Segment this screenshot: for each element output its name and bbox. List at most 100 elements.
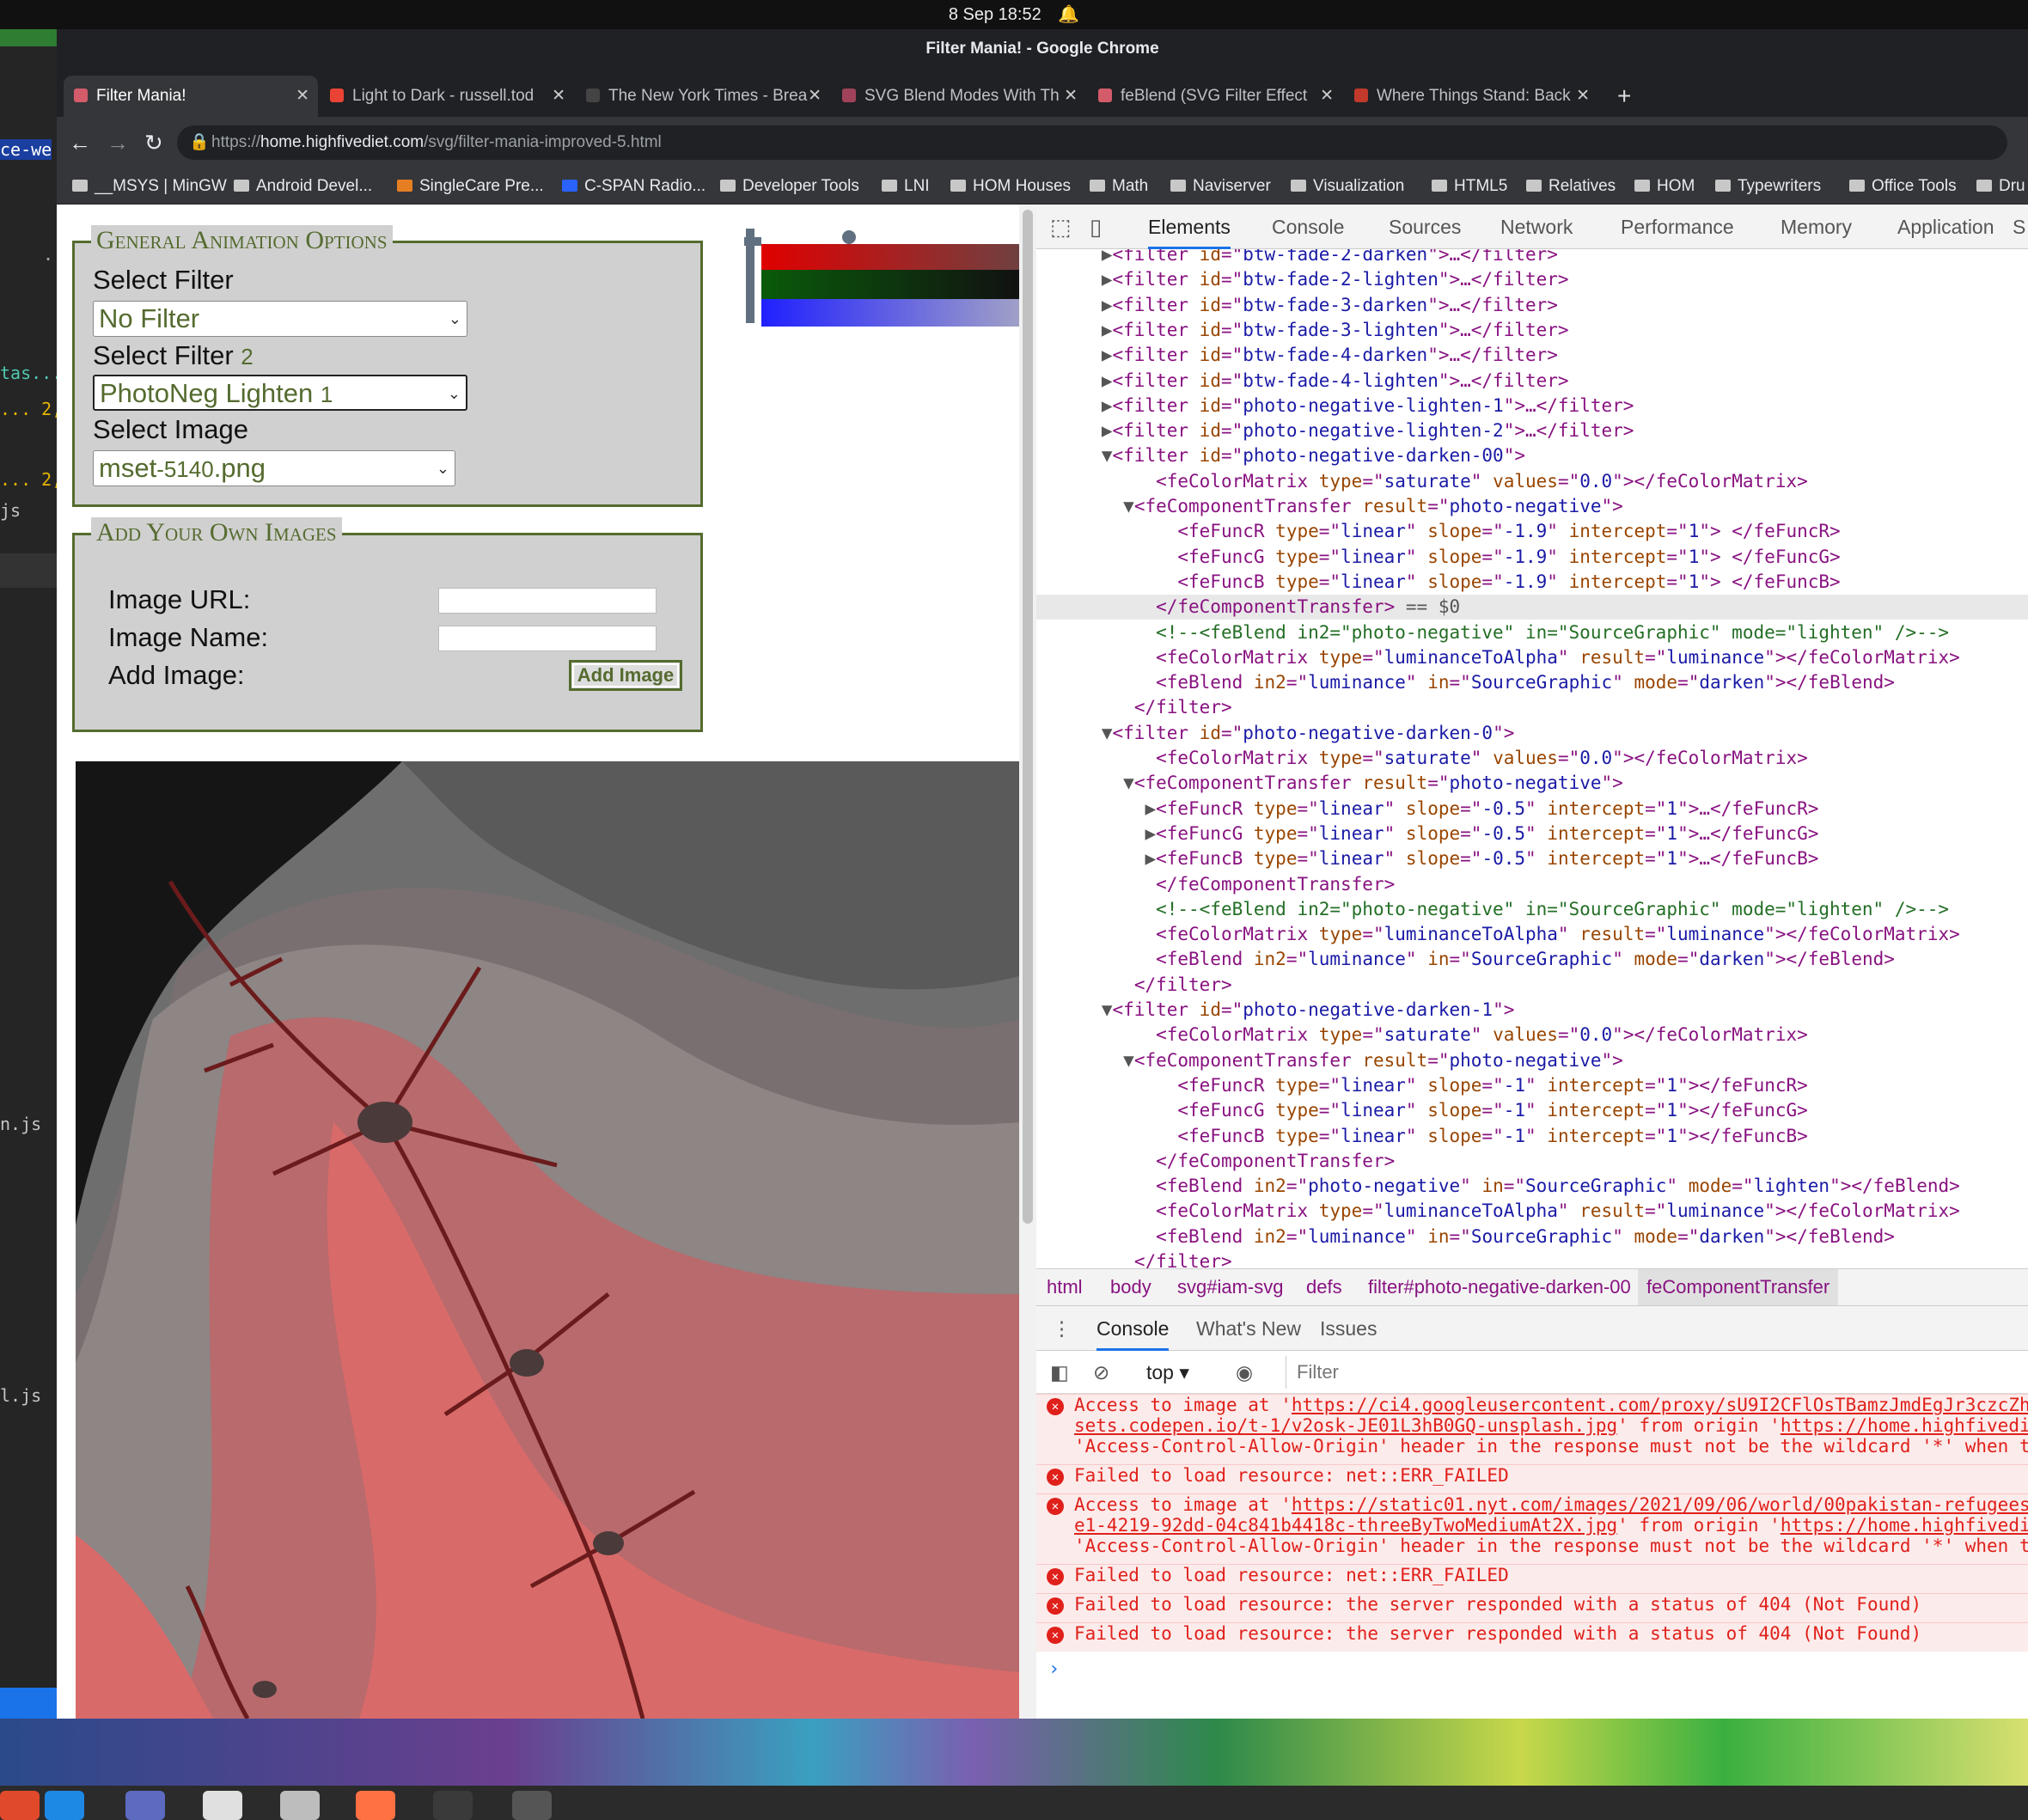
app-icon[interactable] bbox=[512, 1791, 552, 1820]
console-error[interactable]: ✕ Access to image at 'https://static01.ny… bbox=[1036, 1493, 2028, 1564]
dom-node[interactable]: <feFuncG type="linear" slope="-1" interc… bbox=[1036, 1098, 2028, 1123]
dom-node[interactable]: ▶<feFuncB type="linear" slope="-0.5" int… bbox=[1036, 846, 2028, 871]
tab-performance[interactable]: Performance bbox=[1621, 205, 1734, 249]
dom-node[interactable]: <!--<feBlend in2="photo-negative" in="So… bbox=[1036, 620, 2028, 645]
forward-icon[interactable]: → bbox=[107, 130, 144, 156]
dom-node[interactable]: ▶<filter id="btw-fade-3-lighten">…</filt… bbox=[1036, 318, 2028, 343]
tab-elements[interactable]: Elements bbox=[1148, 205, 1231, 249]
terminal-icon[interactable] bbox=[433, 1791, 473, 1820]
tab-more[interactable]: S bbox=[2013, 205, 2025, 249]
tab-sources[interactable]: Sources bbox=[1389, 205, 1461, 249]
dom-node[interactable]: <!--<feBlend in2="photo-negative" in="So… bbox=[1036, 897, 2028, 922]
chrome-icon[interactable] bbox=[0, 1791, 40, 1820]
breadcrumb-item[interactable]: svg#iam-svg bbox=[1177, 1269, 1283, 1305]
drawer-tab-console[interactable]: Console bbox=[1096, 1306, 1170, 1351]
bookmark-android[interactable]: Android Devel... bbox=[234, 168, 372, 205]
dom-node[interactable]: <feFuncG type="linear" slope="-1.9" inte… bbox=[1036, 545, 2028, 570]
breadcrumb-item[interactable]: body bbox=[1110, 1269, 1151, 1305]
dom-node[interactable]: ▶<filter id="photo-negative-lighten-2">…… bbox=[1036, 418, 2028, 443]
bookmark-office-tools[interactable]: Office Tools bbox=[1849, 168, 1957, 205]
bookmark-math[interactable]: Math bbox=[1090, 168, 1148, 205]
bookmark-dru[interactable]: Dru bbox=[1976, 168, 2025, 205]
clock-icon[interactable] bbox=[280, 1791, 320, 1820]
scrollbar-thumb[interactable] bbox=[1023, 210, 1033, 1224]
close-icon[interactable]: ✕ bbox=[808, 76, 822, 117]
tab-nytimes[interactable]: The New York Times - Brea ✕ bbox=[576, 76, 830, 117]
tab-application[interactable]: Application bbox=[1897, 205, 1994, 249]
dom-node[interactable]: ▶<filter id="btw-fade-4-lighten">…</filt… bbox=[1036, 369, 2028, 394]
breadcrumb-item-selected[interactable]: feComponentTransfer bbox=[1638, 1269, 1839, 1305]
dom-node[interactable]: ▶<feFuncG type="linear" slope="-0.5" int… bbox=[1036, 821, 2028, 846]
tab-light-to-dark[interactable]: Light to Dark - russell.tod ✕ bbox=[320, 76, 574, 117]
dom-node[interactable]: ▼<filter id="photo-negative-darken-1"> bbox=[1036, 998, 2028, 1023]
dom-node[interactable]: <feColorMatrix type="luminanceToAlpha" r… bbox=[1036, 922, 2028, 947]
screenshot-icon[interactable] bbox=[125, 1791, 165, 1820]
tab-filter-mania[interactable]: Filter Mania! ✕ bbox=[64, 76, 318, 117]
console-error[interactable]: ✕ Failed to load resource: net::ERR_FAILE… bbox=[1036, 1464, 2028, 1493]
dom-node[interactable]: ▶<filter id="btw-fade-3-darken">…</filte… bbox=[1036, 293, 2028, 318]
breadcrumb-item[interactable]: html bbox=[1047, 1269, 1083, 1305]
clock[interactable]: 8 Sep 18:52 bbox=[949, 5, 1041, 24]
bookmark-hom[interactable]: HOM bbox=[1634, 168, 1695, 205]
dom-node[interactable]: <feFuncR type="linear" slope="-1" interc… bbox=[1036, 1073, 2028, 1098]
dom-node[interactable]: <feFuncR type="linear" slope="-1.9" inte… bbox=[1036, 519, 2028, 544]
close-icon[interactable]: ✕ bbox=[1064, 76, 1078, 117]
filter-select[interactable]: No Filter ⌄ bbox=[93, 301, 467, 337]
address-bar[interactable]: 🔒 https://home.highfivediet.com/svg/filte… bbox=[177, 125, 2007, 160]
dom-node[interactable]: </feComponentTransfer> bbox=[1036, 872, 2028, 897]
bookmark-visualization[interactable]: Visualization bbox=[1291, 168, 1404, 205]
dom-node[interactable]: <feColorMatrix type="luminanceToAlpha" r… bbox=[1036, 1199, 2028, 1224]
console-filter-input[interactable]: Filter bbox=[1286, 1356, 2025, 1389]
drawer-tab-whats-new[interactable]: What's New bbox=[1196, 1306, 1301, 1351]
tab-svg-blend-modes[interactable]: SVG Blend Modes With Th ✕ bbox=[832, 76, 1086, 117]
dom-node[interactable]: </filter> bbox=[1036, 695, 2028, 720]
reload-icon[interactable]: ↻ bbox=[144, 130, 179, 156]
back-icon[interactable]: ← bbox=[69, 130, 107, 156]
new-tab-icon[interactable]: + bbox=[1617, 76, 1631, 117]
dom-node[interactable]: <feBlend in2="photo-negative" in="Source… bbox=[1036, 1174, 2028, 1199]
bookmark-relatives[interactable]: Relatives bbox=[1526, 168, 1616, 205]
add-image-button[interactable]: Add Image bbox=[569, 660, 682, 691]
bookmark-devtools[interactable]: Developer Tools bbox=[720, 168, 859, 205]
device-toolbar-icon[interactable]: ▯ bbox=[1090, 205, 1102, 249]
console-error[interactable]: ✕ Failed to load resource: net::ERR_FAILE… bbox=[1036, 1564, 2028, 1593]
dom-node[interactable]: <feColorMatrix type="saturate" values="0… bbox=[1036, 1023, 2028, 1047]
dom-node[interactable]: ▼<filter id="photo-negative-darken-0"> bbox=[1036, 721, 2028, 746]
bell-icon[interactable]: 🔔 bbox=[1058, 5, 1079, 24]
drawer-tab-issues[interactable]: Issues bbox=[1320, 1306, 1377, 1351]
dom-node[interactable]: ▼<feComponentTransfer result="photo-nega… bbox=[1036, 1048, 2028, 1073]
dom-node[interactable]: </filter> bbox=[1036, 1249, 2028, 1268]
dom-node[interactable]: ▼<feComponentTransfer result="photo-nega… bbox=[1036, 771, 2028, 796]
bookmark-html5[interactable]: HTML5 bbox=[1432, 168, 1507, 205]
dom-node[interactable]: ▶<feFuncR type="linear" slope="-0.5" int… bbox=[1036, 797, 2028, 821]
bookmark-naviserver[interactable]: Naviserver bbox=[1170, 168, 1271, 205]
image-url-input[interactable] bbox=[438, 588, 657, 614]
dom-node[interactable]: <feColorMatrix type="saturate" values="0… bbox=[1036, 746, 2028, 771]
close-icon[interactable]: ✕ bbox=[552, 76, 565, 117]
inspect-icon[interactable]: ⬚ bbox=[1050, 205, 1072, 249]
dom-node[interactable]: <feBlend in2="luminance" in="SourceGraph… bbox=[1036, 670, 2028, 695]
dom-node[interactable]: ▶<filter id="btw-fade-2-lighten">…</filt… bbox=[1036, 267, 2028, 292]
dom-node[interactable]: </feComponentTransfer> == $0 bbox=[1036, 595, 2028, 620]
breadcrumb-item[interactable]: filter#photo-negative-darken-00 bbox=[1368, 1269, 1631, 1305]
console-error[interactable]: ✕ Access to image at 'https://ci4.googleu… bbox=[1036, 1394, 2028, 1464]
close-icon[interactable]: ✕ bbox=[1576, 76, 1590, 117]
dom-node[interactable]: <feBlend in2="luminance" in="SourceGraph… bbox=[1036, 947, 2028, 972]
console-prompt[interactable]: › bbox=[1048, 1658, 1060, 1680]
bookmark-lni[interactable]: LNI bbox=[882, 168, 930, 205]
bookmark-typewriters[interactable]: Typewriters bbox=[1715, 168, 1821, 205]
bookmark-hom-houses[interactable]: HOM Houses bbox=[950, 168, 1071, 205]
dom-node[interactable]: ▶<filter id="btw-fade-2-darken">…</filte… bbox=[1036, 249, 2028, 267]
drawer-menu-icon[interactable]: ⋮ bbox=[1052, 1306, 1072, 1351]
bookmark-singlecare[interactable]: SingleCare Pre... bbox=[397, 168, 544, 205]
breadcrumb-item[interactable]: defs bbox=[1306, 1269, 1342, 1305]
dom-node[interactable]: <feColorMatrix type="luminanceToAlpha" r… bbox=[1036, 645, 2028, 670]
text-editor-icon[interactable] bbox=[203, 1791, 242, 1820]
dom-node[interactable]: <feColorMatrix type="saturate" values="0… bbox=[1036, 469, 2028, 494]
firefox-icon[interactable] bbox=[356, 1791, 395, 1820]
dom-node[interactable]: </feComponentTransfer> bbox=[1036, 1149, 2028, 1174]
sidebar-toggle-icon[interactable]: ◧ bbox=[1050, 1351, 1069, 1396]
bookmark-cspan[interactable]: C-SPAN Radio... bbox=[562, 168, 706, 205]
image-select[interactable]: mset-5140.png ⌄ bbox=[93, 450, 455, 486]
dom-node[interactable]: ▼<filter id="photo-negative-darken-00"> bbox=[1036, 443, 2028, 468]
